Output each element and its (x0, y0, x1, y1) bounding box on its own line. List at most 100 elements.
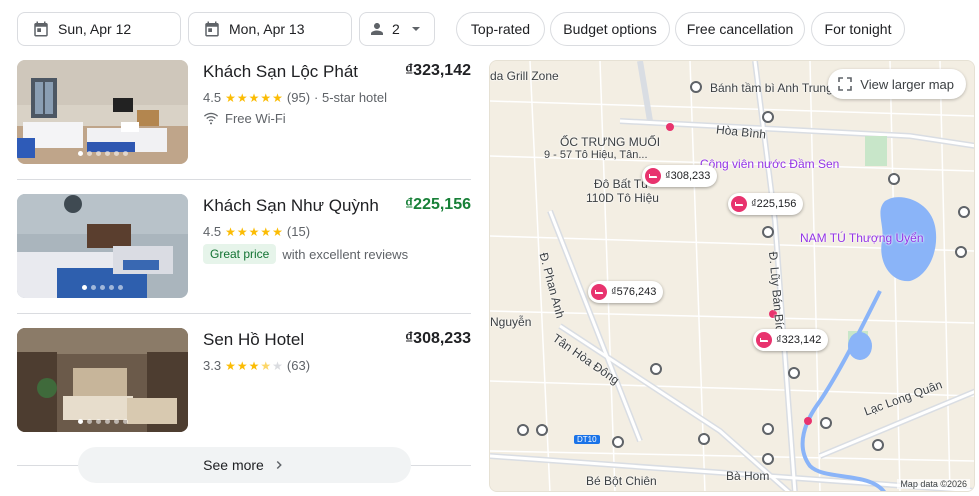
hotel-price: ₫308,233 (404, 330, 471, 347)
bus-stop-icon (536, 424, 548, 436)
calendar-icon (32, 20, 50, 38)
see-more-label: See more (203, 457, 264, 473)
bus-stop-icon (888, 173, 900, 185)
bus-stop-icon (690, 81, 702, 93)
amenity: Free Wi-Fi (203, 110, 286, 126)
map-price-pin[interactable]: ₫323,142 (753, 329, 829, 351)
rating-value: 4.5 (203, 224, 222, 239)
chip-budget-options[interactable]: Budget options (550, 12, 670, 46)
map-label-dt10: DT10 (574, 435, 600, 444)
chip-top-rated[interactable]: Top-rated (456, 12, 545, 46)
map-label-do-bat-addr: 110D Tô Hiệu (586, 191, 659, 205)
hotel-rating: 4.5 ★ ★ ★ ★ ★ (95) · 5-star hotel (203, 90, 387, 105)
bus-stop-icon (762, 423, 774, 435)
map-label-nguyen: Nguyễn (490, 315, 532, 329)
checkin-date-value: Sun, Apr 12 (58, 21, 132, 37)
map-label-ba-hom: Bà Hom (726, 469, 770, 483)
chip-free-cancellation[interactable]: Free cancellation (675, 12, 805, 46)
dropdown-arrow-icon (410, 23, 422, 35)
bus-stop-icon (612, 436, 624, 448)
hotel-map[interactable]: da Grill Zone Bánh tầm bì Anh Trung Hòa … (489, 60, 975, 492)
bus-stop-icon (762, 111, 774, 123)
checkout-date-field[interactable]: Mon, Apr 13 (188, 12, 352, 46)
bus-stop-icon (955, 246, 967, 258)
bus-stop-icon (650, 363, 662, 375)
see-more-button[interactable]: See more (78, 447, 411, 483)
chip-for-tonight[interactable]: For tonight (811, 12, 905, 46)
bus-stop-icon (958, 206, 970, 218)
hotel-class: · 5-star hotel (314, 90, 388, 105)
hotel-name[interactable]: Sen Hồ Hotel (203, 330, 304, 350)
review-count: (63) (286, 358, 311, 373)
guests-count: 2 (392, 21, 400, 37)
chevron-right-icon (272, 458, 286, 472)
badge-note: with excellent reviews (282, 246, 409, 262)
map-price-label: ₫308,233 (665, 170, 711, 182)
view-larger-map-button[interactable]: View larger map (828, 69, 966, 99)
review-count: (95) (286, 90, 311, 105)
map-price-pin[interactable]: ₫576,243 (588, 281, 664, 303)
hotel-price: ₫323,142 (404, 62, 471, 79)
calendar-icon (203, 20, 221, 38)
map-price-label: ₫225,156 (751, 198, 797, 210)
chip-label: Budget options (563, 21, 657, 37)
guests-selector[interactable]: 2 (359, 12, 435, 46)
map-attribution: Map data ©2026 (897, 479, 970, 489)
great-price-badge: Great price (203, 244, 277, 264)
hotel-name[interactable]: Khách Sạn Lộc Phát (203, 62, 358, 82)
bus-stop-icon (762, 453, 774, 465)
view-larger-label: View larger map (860, 76, 954, 92)
map-label-cong-vien: Công viên nước Đầm Sen (700, 157, 840, 171)
bus-stop-icon (698, 433, 710, 445)
map-price-label: ₫323,142 (776, 334, 822, 346)
hotel-rating: 4.5 ★ ★ ★ ★ ★ (15) (203, 224, 310, 239)
divider (17, 313, 471, 314)
hotel-card[interactable]: Khách Sạn Như Quỳnh ₫225,156 4.5 ★ ★ ★ ★ ★ (… (17, 194, 471, 298)
bus-stop-icon (517, 424, 529, 436)
map-price-pin[interactable]: ₫225,156 (728, 193, 804, 215)
bus-stop-icon (872, 439, 884, 451)
bus-stop-icon (788, 367, 800, 379)
map-label-do-bat: Đô Bất Tử (594, 177, 650, 191)
photo-pagination (17, 285, 188, 290)
expand-icon (838, 77, 853, 91)
chip-label: Top-rated (470, 21, 531, 37)
photo-pagination (17, 151, 188, 156)
hotel-card[interactable]: Khách Sạn Lộc Phát ₫323,142 4.5 ★ ★ ★ ★ ★ (9… (17, 60, 471, 164)
chip-label: For tonight (824, 21, 892, 37)
review-count: (15) (286, 224, 311, 239)
hotel-photo[interactable] (17, 328, 188, 432)
bed-icon (756, 332, 772, 348)
map-label-banh-tam: Bánh tầm bì Anh Trung (710, 81, 833, 95)
bed-icon (645, 168, 661, 184)
map-price-label: ₫576,243 (611, 286, 657, 298)
chip-label: Free cancellation (686, 21, 794, 37)
rating-value: 3.3 (203, 358, 222, 373)
bus-stop-icon (820, 417, 832, 429)
wifi-icon (203, 110, 219, 126)
map-label-nam-tu: NAM TÚ Thượng Uyển (800, 231, 924, 245)
hotel-name[interactable]: Khách Sạn Như Quỳnh (203, 196, 379, 216)
star-rating-icon: ★ ★ ★ ★ ★ (225, 224, 283, 239)
person-icon (368, 20, 386, 38)
rating-value: 4.5 (203, 90, 222, 105)
map-label-grill: da Grill Zone (490, 69, 559, 83)
map-label-oc-trung: ỐC TRƯNG MUỐI (560, 135, 661, 149)
hotel-photo[interactable] (17, 60, 188, 164)
checkout-date-value: Mon, Apr 13 (229, 21, 305, 37)
map-label-be-bot: Bé Bột Chiên (586, 474, 657, 488)
hotel-price: ₫225,156 (404, 196, 471, 213)
bus-stop-icon (762, 226, 774, 238)
hotel-card[interactable]: Sen Hồ Hotel ₫308,233 3.3 ★ ★ ★ ★ ★ (63) (17, 328, 471, 432)
bed-icon (591, 284, 607, 300)
price-deal: Great price with excellent reviews (203, 244, 408, 264)
map-label-oc-trung-addr: 9 - 57 Tô Hiệu, Tân... (544, 149, 648, 161)
photo-pagination (17, 419, 188, 424)
hotel-photo[interactable] (17, 194, 188, 298)
bed-icon (731, 196, 747, 212)
hotel-rating: 3.3 ★ ★ ★ ★ ★ (63) (203, 358, 310, 373)
map-price-pin[interactable]: ₫308,233 (642, 165, 718, 187)
star-rating-icon: ★ ★ ★ ★ ★ (225, 358, 283, 373)
checkin-date-field[interactable]: Sun, Apr 12 (17, 12, 181, 46)
star-rating-icon: ★ ★ ★ ★ ★ (225, 90, 283, 105)
